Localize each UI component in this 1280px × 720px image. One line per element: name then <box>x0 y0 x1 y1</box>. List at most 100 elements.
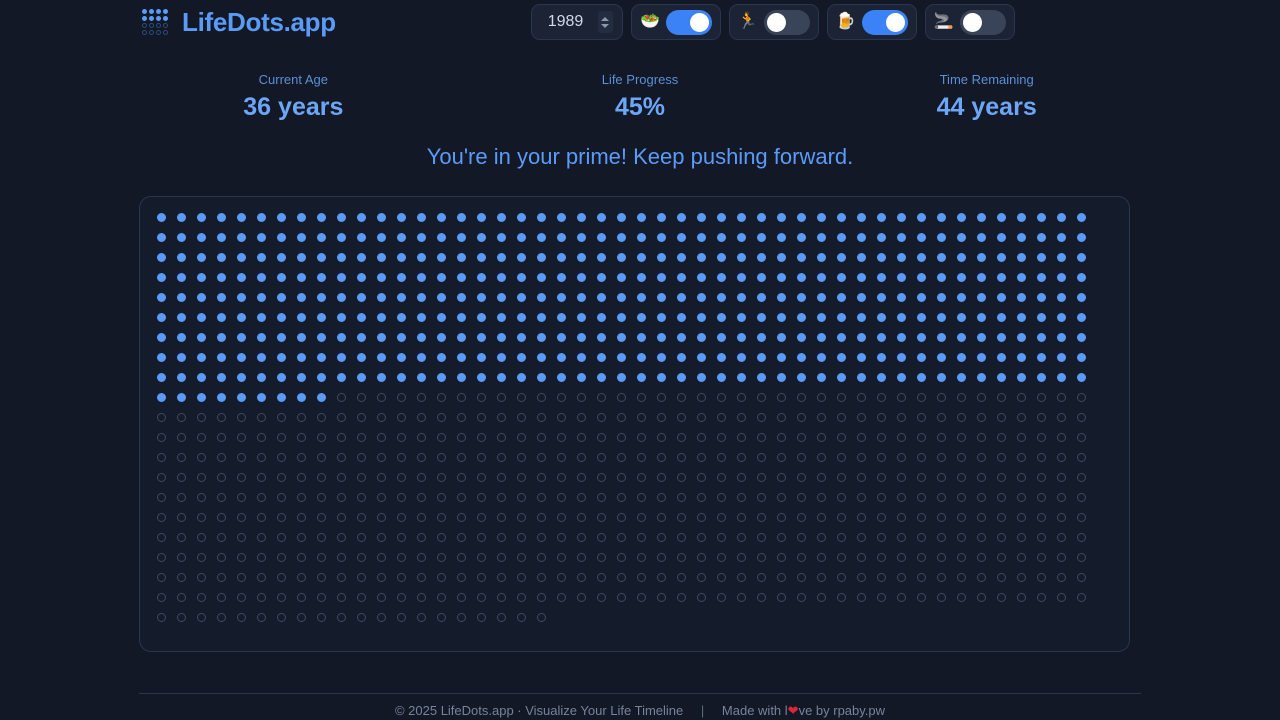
life-dot-cell[interactable] <box>1075 527 1095 547</box>
life-dot-cell[interactable] <box>455 507 475 527</box>
life-dot-cell[interactable] <box>775 467 795 487</box>
life-dot-cell[interactable] <box>1055 327 1075 347</box>
life-dot-cell[interactable] <box>1055 507 1075 527</box>
life-dot-cell[interactable] <box>1035 227 1055 247</box>
life-dot-cell[interactable] <box>915 587 935 607</box>
life-dot-cell[interactable] <box>615 307 635 327</box>
life-dot-cell[interactable] <box>755 287 775 307</box>
life-dot-cell[interactable] <box>535 467 555 487</box>
life-dot-cell[interactable] <box>415 387 435 407</box>
life-dot-cell[interactable] <box>1055 227 1075 247</box>
life-dot-cell[interactable] <box>155 267 175 287</box>
life-dot-cell[interactable] <box>255 367 275 387</box>
life-dot-cell[interactable] <box>915 227 935 247</box>
life-dot-cell[interactable] <box>835 527 855 547</box>
life-dot-cell[interactable] <box>775 547 795 567</box>
life-dot-cell[interactable] <box>855 467 875 487</box>
life-dot-cell[interactable] <box>1075 507 1095 527</box>
life-dot-cell[interactable] <box>795 547 815 567</box>
life-dot-cell[interactable] <box>635 507 655 527</box>
life-dot-cell[interactable] <box>495 507 515 527</box>
life-dot-cell[interactable] <box>755 407 775 427</box>
life-dot-cell[interactable] <box>755 387 775 407</box>
life-dot-cell[interactable] <box>215 427 235 447</box>
life-dot-cell[interactable] <box>995 227 1015 247</box>
life-dot-cell[interactable] <box>795 267 815 287</box>
life-dot-cell[interactable] <box>255 207 275 227</box>
life-dot-cell[interactable] <box>1015 367 1035 387</box>
life-dot-cell[interactable] <box>435 407 455 427</box>
life-dot-cell[interactable] <box>595 587 615 607</box>
life-dot-cell[interactable] <box>615 587 635 607</box>
life-dot-cell[interactable] <box>555 247 575 267</box>
life-dot-cell[interactable] <box>315 347 335 367</box>
life-dot-cell[interactable] <box>1015 447 1035 467</box>
life-dot-cell[interactable] <box>315 407 335 427</box>
life-dot-cell[interactable] <box>275 347 295 367</box>
life-dot-cell[interactable] <box>375 327 395 347</box>
life-dot-cell[interactable] <box>415 467 435 487</box>
life-dot-cell[interactable] <box>695 587 715 607</box>
life-dot-cell[interactable] <box>515 587 535 607</box>
life-dot-cell[interactable] <box>275 287 295 307</box>
life-dot-cell[interactable] <box>875 267 895 287</box>
life-dot-cell[interactable] <box>475 247 495 267</box>
life-dot-cell[interactable] <box>1015 347 1035 367</box>
life-dot-cell[interactable] <box>835 287 855 307</box>
life-dot-cell[interactable] <box>515 207 535 227</box>
life-dot-cell[interactable] <box>1075 327 1095 347</box>
life-dot-cell[interactable] <box>755 447 775 467</box>
life-dot-cell[interactable] <box>935 567 955 587</box>
life-dot-cell[interactable] <box>1055 267 1075 287</box>
life-dot-cell[interactable] <box>655 247 675 267</box>
life-dot-cell[interactable] <box>815 347 835 367</box>
life-dot-cell[interactable] <box>635 427 655 447</box>
life-dot-cell[interactable] <box>1055 567 1075 587</box>
life-dot-cell[interactable] <box>155 587 175 607</box>
life-dot-cell[interactable] <box>755 467 775 487</box>
life-dot-cell[interactable] <box>155 387 175 407</box>
life-dot-cell[interactable] <box>495 367 515 387</box>
life-dot-cell[interactable] <box>395 607 415 627</box>
life-dot-cell[interactable] <box>835 387 855 407</box>
life-dot-cell[interactable] <box>535 267 555 287</box>
life-dot-cell[interactable] <box>395 227 415 247</box>
life-dot-cell[interactable] <box>175 387 195 407</box>
life-dot-cell[interactable] <box>355 427 375 447</box>
life-dot-cell[interactable] <box>335 307 355 327</box>
life-dot-cell[interactable] <box>1035 267 1055 287</box>
life-dot-cell[interactable] <box>715 287 735 307</box>
life-dot-cell[interactable] <box>835 587 855 607</box>
life-dot-cell[interactable] <box>935 467 955 487</box>
life-dot-cell[interactable] <box>555 207 575 227</box>
life-dot-cell[interactable] <box>295 407 315 427</box>
life-dot-cell[interactable] <box>675 347 695 367</box>
life-dot-cell[interactable] <box>195 287 215 307</box>
life-dot-cell[interactable] <box>715 567 735 587</box>
life-dot-cell[interactable] <box>935 387 955 407</box>
life-dot-cell[interactable] <box>495 247 515 267</box>
life-dot-cell[interactable] <box>795 307 815 327</box>
life-dot-cell[interactable] <box>755 327 775 347</box>
life-dot-cell[interactable] <box>855 587 875 607</box>
life-dot-cell[interactable] <box>195 267 215 287</box>
life-dot-cell[interactable] <box>935 327 955 347</box>
life-dot-cell[interactable] <box>735 487 755 507</box>
life-dot-cell[interactable] <box>895 567 915 587</box>
life-dot-cell[interactable] <box>195 487 215 507</box>
life-dot-cell[interactable] <box>275 227 295 247</box>
life-dot-cell[interactable] <box>175 527 195 547</box>
life-dot-cell[interactable] <box>1015 547 1035 567</box>
life-dot-cell[interactable] <box>995 307 1015 327</box>
life-dot-cell[interactable] <box>795 567 815 587</box>
life-dot-cell[interactable] <box>395 347 415 367</box>
life-dot-cell[interactable] <box>755 247 775 267</box>
life-dot-cell[interactable] <box>175 487 195 507</box>
life-dot-cell[interactable] <box>255 427 275 447</box>
life-dot-cell[interactable] <box>955 267 975 287</box>
life-dot-cell[interactable] <box>495 207 515 227</box>
life-dot-cell[interactable] <box>315 567 335 587</box>
life-dot-cell[interactable] <box>915 507 935 527</box>
life-dot-cell[interactable] <box>1015 527 1035 547</box>
life-dot-cell[interactable] <box>555 227 575 247</box>
